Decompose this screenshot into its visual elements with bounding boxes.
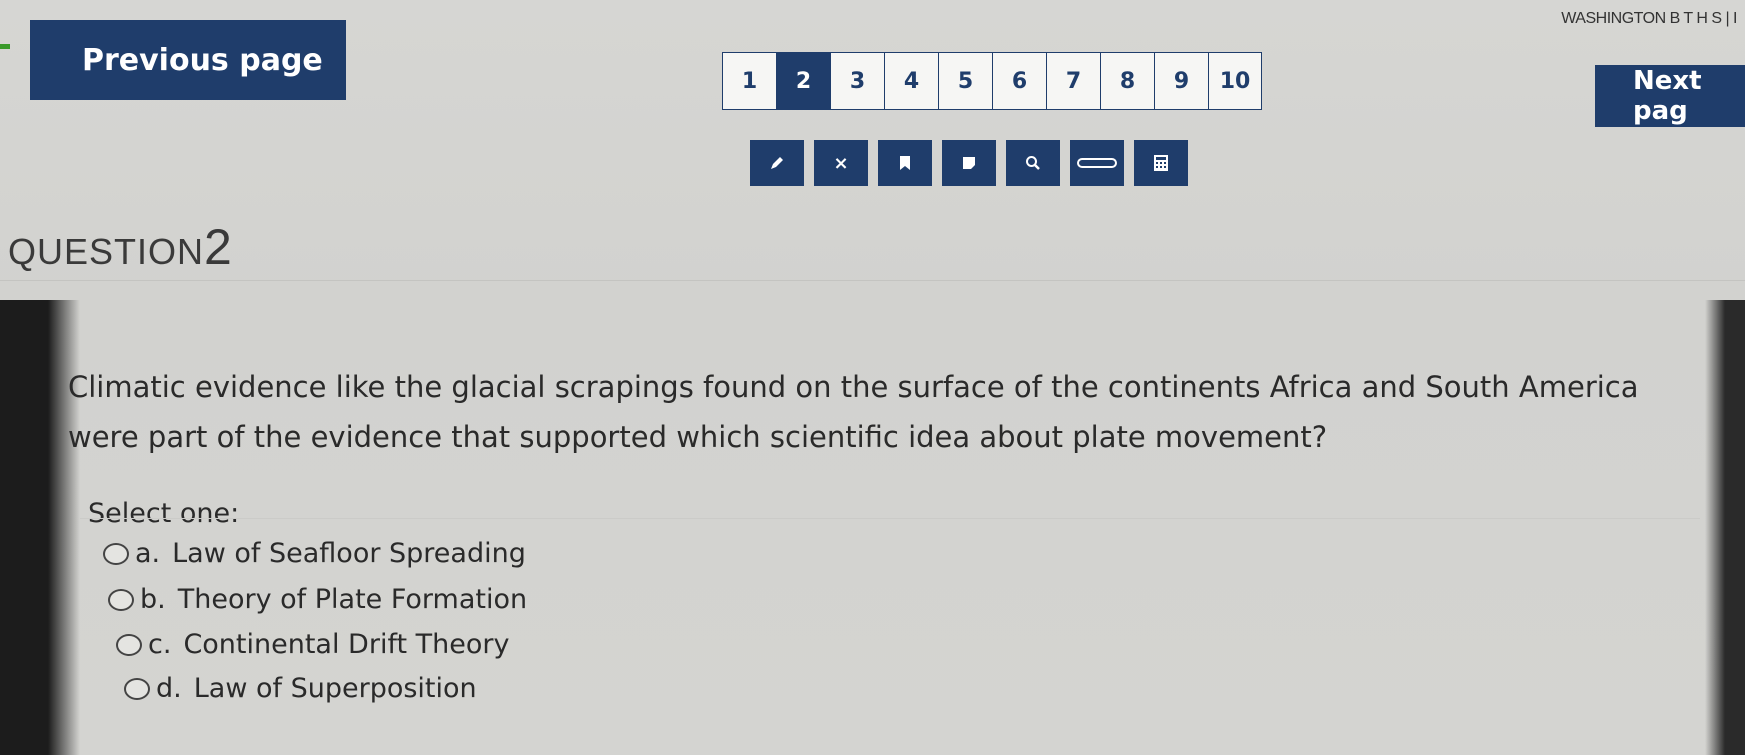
select-one-label: Select one: xyxy=(88,498,240,529)
status-indicator xyxy=(0,44,10,49)
page-button-10[interactable]: 10 xyxy=(1209,53,1261,109)
question-number: 2 xyxy=(204,219,233,275)
question-heading: QUESTION2 xyxy=(8,218,233,276)
bookmark-icon xyxy=(900,156,910,170)
radio-button-a[interactable] xyxy=(103,542,129,565)
zoom-icon xyxy=(1026,156,1040,170)
option-a[interactable]: a. Law of Seafloor Spreading xyxy=(103,538,526,569)
page-button-5[interactable]: 5 xyxy=(939,53,993,109)
zoom-tool-button[interactable] xyxy=(1006,140,1060,186)
option-letter: c. xyxy=(148,629,172,660)
previous-page-label: Previous page xyxy=(82,42,323,78)
question-label: QUESTION xyxy=(8,231,205,272)
highlighter-icon xyxy=(963,157,975,169)
option-text: Continental Drift Theory xyxy=(183,629,510,660)
next-page-button[interactable]: Next pag xyxy=(1595,65,1745,127)
bookmark-tool-button[interactable] xyxy=(878,140,932,186)
close-icon: × xyxy=(833,152,849,174)
school-name: WASHINGTON B T H S | I xyxy=(1561,10,1737,27)
calculator-icon xyxy=(1154,155,1168,171)
question-text-line-2: were part of the evidence that supported… xyxy=(68,420,1328,454)
previous-page-button[interactable]: Previous page xyxy=(30,20,346,100)
page-button-2[interactable]: 2 xyxy=(777,53,831,109)
close-tool-button[interactable]: × xyxy=(814,140,868,186)
option-letter: a. xyxy=(135,538,161,569)
question-pagination: 1 2 3 4 5 6 7 8 9 10 xyxy=(722,52,1262,110)
highlighter-tool-button[interactable] xyxy=(942,140,996,186)
page-button-8[interactable]: 8 xyxy=(1101,53,1155,109)
next-page-label: Next pag xyxy=(1633,66,1702,126)
screen-bezel-right xyxy=(1705,300,1745,755)
option-d[interactable]: d. Law of Superposition xyxy=(124,673,477,704)
option-b[interactable]: b. Theory of Plate Formation xyxy=(108,584,527,615)
page-button-3[interactable]: 3 xyxy=(831,53,885,109)
option-letter: b. xyxy=(140,584,166,615)
option-text: Law of Superposition xyxy=(193,673,477,704)
line-reader-tool-button[interactable] xyxy=(1070,140,1124,186)
radio-button-b[interactable] xyxy=(108,588,134,611)
option-text: Law of Seafloor Spreading xyxy=(172,538,526,569)
radio-button-d[interactable] xyxy=(124,677,150,700)
page-button-9[interactable]: 9 xyxy=(1155,53,1209,109)
page-button-7[interactable]: 7 xyxy=(1047,53,1101,109)
divider xyxy=(0,280,1745,281)
question-text-line-1: Climatic evidence like the glacial scrap… xyxy=(68,370,1639,404)
radio-button-c[interactable] xyxy=(116,633,142,656)
option-letter: d. xyxy=(156,673,182,704)
divider xyxy=(80,518,1700,519)
page-button-4[interactable]: 4 xyxy=(885,53,939,109)
page-button-1[interactable]: 1 xyxy=(723,53,777,109)
page-button-6[interactable]: 6 xyxy=(993,53,1047,109)
line-reader-icon xyxy=(1077,158,1117,168)
calculator-tool-button[interactable] xyxy=(1134,140,1188,186)
toolbar: × xyxy=(750,140,1188,186)
pencil-icon xyxy=(771,157,783,169)
pencil-tool-button[interactable] xyxy=(750,140,804,186)
option-text: Theory of Plate Formation xyxy=(177,584,528,615)
option-c[interactable]: c. Continental Drift Theory xyxy=(116,629,509,660)
question-text: Climatic evidence like the glacial scrap… xyxy=(68,362,1708,462)
